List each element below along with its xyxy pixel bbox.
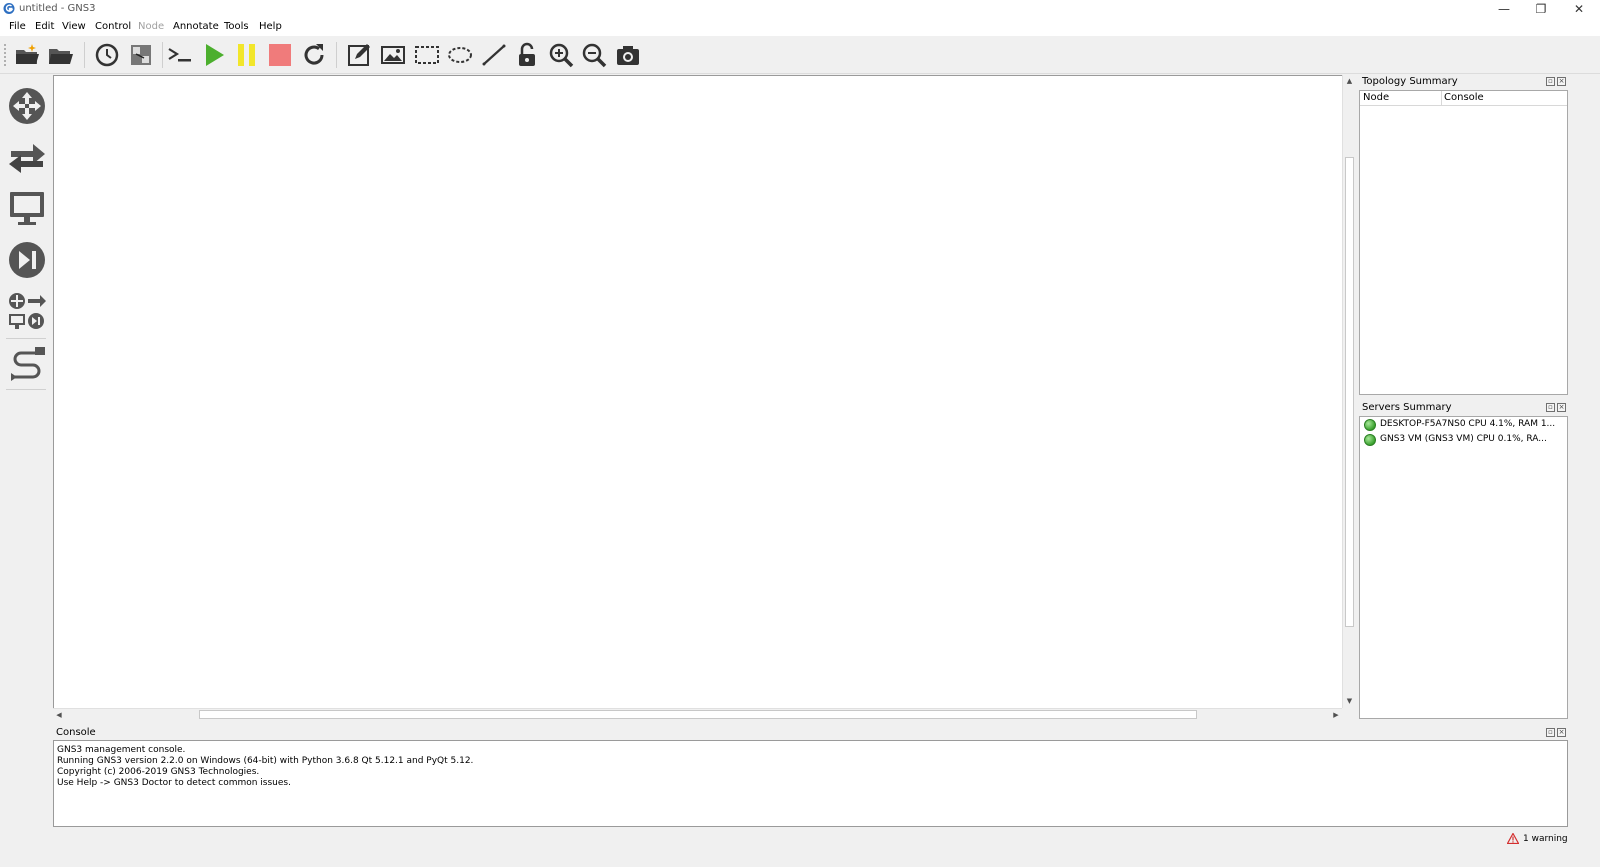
add-link-icon[interactable] xyxy=(7,343,47,383)
menu-tools[interactable]: Tools xyxy=(224,21,249,32)
console-title: Console xyxy=(56,727,96,738)
console-output[interactable]: GNS3 management console. Running GNS3 ve… xyxy=(53,740,1568,827)
menu-edit[interactable]: Edit xyxy=(35,21,54,32)
canvas-vertical-scrollbar[interactable]: ▲ ▼ xyxy=(1342,75,1355,708)
snapshot-icon[interactable] xyxy=(93,41,121,69)
browse-security-devices-icon[interactable] xyxy=(7,240,47,280)
toolbar-grip[interactable] xyxy=(4,44,7,66)
topology-summary-title: Topology Summary xyxy=(1362,76,1458,87)
browse-switches-icon[interactable] xyxy=(7,137,47,177)
column-console[interactable]: Console xyxy=(1444,92,1484,103)
topology-close-icon[interactable]: × xyxy=(1557,77,1566,86)
draw-rectangle-icon[interactable] xyxy=(413,41,441,69)
console-float-icon[interactable]: ▫ xyxy=(1546,728,1555,737)
topology-summary-panel: Node Console xyxy=(1359,90,1568,395)
topology-float-icon[interactable]: ▫ xyxy=(1546,77,1555,86)
menu-control[interactable]: Control xyxy=(95,21,131,32)
status-bar: 1 warning xyxy=(0,829,1600,850)
scroll-down-arrow-icon[interactable]: ▼ xyxy=(1343,695,1356,707)
canvas-horizontal-scrollbar[interactable]: ◀ ▶ xyxy=(53,708,1342,720)
menu-bar: File Edit View Control Node Annotate Too… xyxy=(0,18,1600,36)
menu-node[interactable]: Node xyxy=(138,21,164,32)
show-interface-labels-icon[interactable] xyxy=(127,41,155,69)
main-toolbar xyxy=(0,36,1600,74)
reload-all-icon[interactable] xyxy=(300,41,328,69)
suspend-all-icon[interactable] xyxy=(233,41,261,69)
menu-annotate[interactable]: Annotate xyxy=(173,21,219,32)
window-title: untitled - GNS3 xyxy=(19,3,96,14)
scroll-right-arrow-icon[interactable]: ▶ xyxy=(1330,709,1342,721)
gns3-logo-icon xyxy=(3,3,15,14)
scroll-corner xyxy=(1342,708,1355,720)
add-note-icon[interactable] xyxy=(345,41,373,69)
insert-picture-icon[interactable] xyxy=(379,41,407,69)
start-all-icon[interactable] xyxy=(200,41,228,69)
console-line: Use Help -> GNS3 Doctor to detect common… xyxy=(57,778,291,788)
new-project-icon[interactable] xyxy=(13,41,41,69)
server-label: DESKTOP-F5A7NS0 CPU 4.1%, RAM 1... xyxy=(1380,419,1556,429)
menu-file[interactable]: File xyxy=(9,21,26,32)
server-row[interactable]: GNS3 VM (GNS3 VM) CPU 0.1%, RA... xyxy=(1364,434,1547,448)
browse-routers-icon[interactable] xyxy=(7,86,47,126)
scroll-left-arrow-icon[interactable]: ◀ xyxy=(53,709,65,721)
device-toolbar xyxy=(0,75,53,845)
draw-ellipse-icon[interactable] xyxy=(446,41,474,69)
warning-icon xyxy=(1507,833,1519,844)
servers-float-icon[interactable]: ▫ xyxy=(1546,403,1555,412)
console-line: GNS3 management console. xyxy=(57,745,186,755)
maximize-button[interactable]: ❐ xyxy=(1523,0,1559,18)
close-button[interactable]: ✕ xyxy=(1561,0,1597,18)
horizontal-scroll-thumb[interactable] xyxy=(199,710,1197,719)
topology-table-header: Node Console xyxy=(1360,91,1567,106)
browse-all-devices-icon[interactable] xyxy=(7,291,47,331)
server-row[interactable]: DESKTOP-F5A7NS0 CPU 4.1%, RAM 1... xyxy=(1364,419,1556,433)
browse-end-devices-icon[interactable] xyxy=(7,188,47,228)
console-close-icon[interactable]: × xyxy=(1557,728,1566,737)
console-line: Running GNS3 version 2.2.0 on Windows (6… xyxy=(57,756,474,766)
topology-canvas[interactable] xyxy=(53,75,1342,708)
servers-summary-title: Servers Summary xyxy=(1362,402,1452,413)
title-bar: untitled - GNS3 — ❐ ✕ xyxy=(0,0,1600,18)
menu-help[interactable]: Help xyxy=(259,21,282,32)
warning-count: 1 warning xyxy=(1523,834,1568,844)
servers-summary-panel: DESKTOP-F5A7NS0 CPU 4.1%, RAM 1... GNS3 … xyxy=(1359,416,1568,719)
open-project-icon[interactable] xyxy=(46,41,74,69)
scroll-up-arrow-icon[interactable]: ▲ xyxy=(1343,75,1356,87)
vertical-scroll-thumb[interactable] xyxy=(1345,157,1354,627)
draw-line-icon[interactable] xyxy=(480,41,508,69)
console-all-icon[interactable] xyxy=(166,41,194,69)
servers-close-icon[interactable]: × xyxy=(1557,403,1566,412)
zoom-out-icon[interactable] xyxy=(580,41,608,69)
zoom-in-icon[interactable] xyxy=(547,41,575,69)
server-status-icon xyxy=(1364,419,1376,431)
screenshot-icon[interactable] xyxy=(614,41,642,69)
lock-items-icon[interactable] xyxy=(513,41,541,69)
minimize-button[interactable]: — xyxy=(1486,0,1522,18)
server-status-icon xyxy=(1364,434,1376,446)
console-line: Copyright (c) 2006-2019 GNS3 Technologie… xyxy=(57,767,260,777)
server-label: GNS3 VM (GNS3 VM) CPU 0.1%, RA... xyxy=(1380,434,1547,444)
menu-view[interactable]: View xyxy=(62,21,86,32)
column-node[interactable]: Node xyxy=(1363,92,1389,103)
stop-all-icon[interactable] xyxy=(266,41,294,69)
